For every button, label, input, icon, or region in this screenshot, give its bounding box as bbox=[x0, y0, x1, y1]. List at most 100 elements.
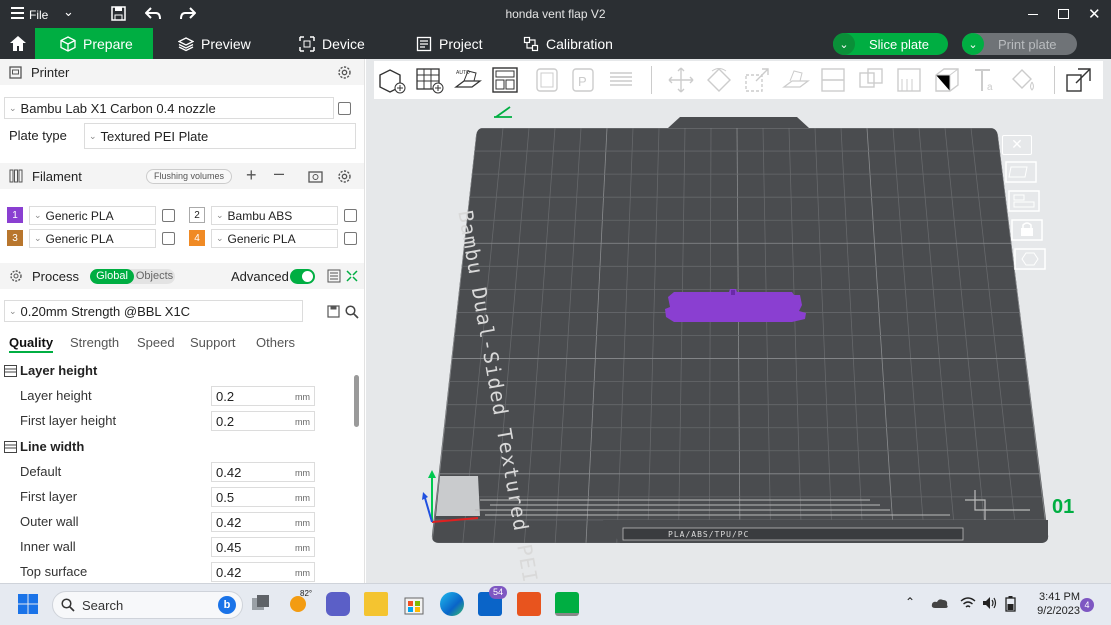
tab-project[interactable]: Project bbox=[416, 28, 483, 59]
printer-select[interactable]: ⌄ Bambu Lab X1 Carbon 0.4 nozzle bbox=[4, 97, 334, 119]
arrange-icon[interactable] bbox=[490, 65, 520, 95]
bambu-studio-icon[interactable] bbox=[555, 592, 579, 616]
tab-strength[interactable]: Strength bbox=[70, 335, 119, 350]
model-object[interactable] bbox=[664, 287, 808, 325]
cut-icon[interactable] bbox=[818, 65, 848, 95]
filament-slot-2-select[interactable]: ⌄ Bambu ABS bbox=[211, 206, 338, 225]
edit-filament-4-icon[interactable] bbox=[344, 232, 357, 245]
seam-paint-icon[interactable] bbox=[932, 65, 962, 95]
weather-widget[interactable]: 82° bbox=[288, 589, 312, 616]
inner-wall-width-input[interactable]: 0.45 mm bbox=[211, 537, 315, 557]
task-view-icon[interactable] bbox=[249, 592, 273, 616]
add-plate-icon[interactable] bbox=[414, 65, 444, 95]
volume-icon[interactable] bbox=[982, 596, 998, 610]
add-object-icon[interactable] bbox=[376, 65, 406, 95]
first-layer-height-input[interactable]: 0.2 mm bbox=[211, 411, 315, 431]
edge-icon[interactable] bbox=[440, 592, 464, 616]
variable-layer-icon[interactable] bbox=[606, 65, 636, 95]
text-tool-icon[interactable]: a bbox=[970, 65, 1000, 95]
rotate-icon[interactable] bbox=[704, 65, 734, 95]
taskbar-search-box[interactable]: Search b bbox=[52, 591, 243, 619]
mail-icon[interactable]: 54 bbox=[478, 586, 507, 616]
objects-toggle-option[interactable]: Objects bbox=[134, 269, 175, 284]
file-menu-button[interactable]: File bbox=[29, 8, 48, 22]
outer-wall-width-input[interactable]: 0.42 mm bbox=[211, 512, 315, 532]
compare-icon[interactable] bbox=[345, 269, 359, 283]
redo-icon[interactable] bbox=[180, 7, 196, 20]
slice-dropdown-icon[interactable]: ⌄ bbox=[833, 33, 855, 55]
layer-height-input[interactable]: 0.2 mm bbox=[211, 386, 315, 406]
filament-slot-3-select[interactable]: ⌄ Generic PLA bbox=[29, 229, 156, 248]
remove-filament-button[interactable]: – bbox=[274, 163, 284, 184]
global-objects-toggle[interactable]: Global Objects bbox=[90, 269, 175, 284]
process-preset-select[interactable]: ⌄ 0.20mm Strength @BBL X1C bbox=[4, 300, 303, 322]
search-icon[interactable] bbox=[345, 305, 359, 319]
filament-slot-3-badge[interactable]: 3 bbox=[7, 230, 23, 246]
plate-number[interactable]: 01 bbox=[1052, 496, 1074, 519]
filament-slot-1-badge[interactable]: 1 bbox=[7, 207, 23, 223]
flushing-volumes-button[interactable]: Flushing volumes bbox=[146, 169, 232, 184]
wifi-icon[interactable] bbox=[960, 596, 976, 610]
onedrive-icon[interactable] bbox=[931, 597, 949, 609]
file-explorer-icon[interactable] bbox=[364, 592, 388, 616]
top-surface-width-input[interactable]: 0.42 mm bbox=[211, 562, 315, 582]
teams-icon[interactable] bbox=[326, 592, 350, 616]
edit-printer-icon[interactable] bbox=[338, 102, 351, 115]
lay-on-face-icon[interactable] bbox=[780, 65, 810, 95]
view-manager-icon[interactable] bbox=[1064, 65, 1094, 95]
advanced-toggle[interactable] bbox=[290, 269, 315, 284]
windows-start-icon[interactable] bbox=[16, 592, 40, 616]
default-width-input[interactable]: 0.42 mm bbox=[211, 462, 315, 482]
tab-device[interactable]: Device bbox=[299, 28, 365, 59]
restore-icon[interactable] bbox=[1058, 9, 1069, 19]
color-paint-icon[interactable] bbox=[1008, 65, 1038, 95]
undo-icon[interactable] bbox=[145, 7, 161, 20]
tab-prepare[interactable]: Prepare bbox=[35, 28, 153, 59]
print-plate-button[interactable]: ⌄ Print plate bbox=[962, 33, 1077, 55]
hamburger-menu-icon[interactable] bbox=[11, 7, 24, 19]
first-layer-width-input[interactable]: 0.5 mm bbox=[211, 487, 315, 507]
filament-slot-1-select[interactable]: ⌄ Generic PLA bbox=[29, 206, 156, 225]
orient-plate-icon[interactable] bbox=[1008, 190, 1040, 212]
arrange-plate-icon[interactable] bbox=[1005, 161, 1037, 183]
tab-calibration[interactable]: Calibration bbox=[523, 28, 613, 59]
bing-icon[interactable]: b bbox=[218, 596, 236, 614]
filament-slot-2-badge[interactable]: 2 bbox=[189, 207, 205, 223]
edit-filament-2-icon[interactable] bbox=[344, 209, 357, 222]
minimize-icon[interactable] bbox=[1028, 14, 1038, 15]
filament-slot-4-badge[interactable]: 4 bbox=[189, 230, 205, 246]
support-paint-icon[interactable] bbox=[894, 65, 924, 95]
tab-quality[interactable]: Quality bbox=[9, 335, 54, 353]
edit-filament-3-icon[interactable] bbox=[162, 232, 175, 245]
tab-preview[interactable]: Preview bbox=[178, 28, 251, 59]
filament-slot-4-select[interactable]: ⌄ Generic PLA bbox=[211, 229, 338, 248]
slice-plate-button[interactable]: ⌄ Slice plate bbox=[833, 33, 948, 55]
settings-scrollbar[interactable] bbox=[354, 375, 359, 427]
edit-filament-1-icon[interactable] bbox=[162, 209, 175, 222]
boolean-icon[interactable] bbox=[856, 65, 886, 95]
system-clock[interactable]: 3:41 PM 9/2/2023 bbox=[1026, 590, 1080, 618]
notification-badge[interactable]: 4 bbox=[1080, 598, 1094, 612]
split-parts-icon[interactable]: P bbox=[568, 65, 598, 95]
delete-plate-button[interactable]: ✕ bbox=[1002, 135, 1032, 155]
filament-settings-gear-icon[interactable] bbox=[337, 169, 352, 184]
tab-speed[interactable]: Speed bbox=[137, 335, 175, 350]
save-icon[interactable] bbox=[111, 6, 126, 21]
battery-icon[interactable] bbox=[1005, 596, 1016, 612]
home-button[interactable] bbox=[0, 28, 35, 59]
lock-plate-icon[interactable] bbox=[1011, 219, 1043, 241]
printer-settings-gear-icon[interactable] bbox=[337, 65, 352, 80]
save-preset-icon[interactable] bbox=[327, 305, 340, 318]
show-hidden-icons[interactable]: ⌃ bbox=[905, 595, 915, 609]
office-icon[interactable] bbox=[517, 592, 541, 616]
store-icon[interactable] bbox=[402, 592, 426, 616]
global-toggle-option[interactable]: Global bbox=[90, 269, 134, 284]
split-objects-icon[interactable] bbox=[532, 65, 562, 95]
tab-support[interactable]: Support bbox=[190, 335, 236, 350]
add-filament-button[interactable]: + bbox=[246, 165, 257, 186]
plate-settings-icon[interactable] bbox=[1014, 248, 1046, 270]
plate-type-select[interactable]: ⌄ Textured PEI Plate bbox=[84, 123, 356, 149]
3d-viewport[interactable]: Bambu Dual-Sided Textured PEI Plate PLA/… bbox=[366, 59, 1111, 583]
move-icon[interactable] bbox=[666, 65, 696, 95]
scale-icon[interactable] bbox=[742, 65, 772, 95]
